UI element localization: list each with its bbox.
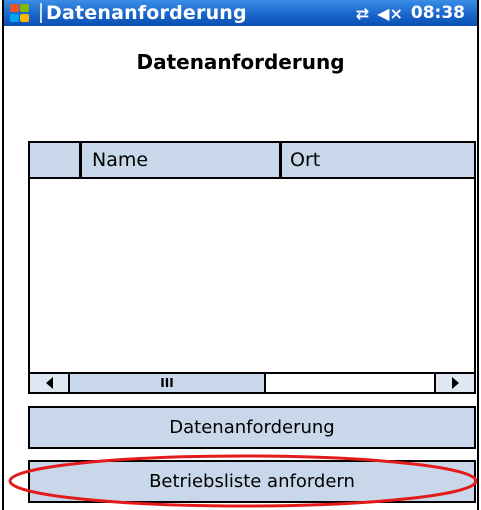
arrow-right-icon [451,377,459,389]
status-icons: ⇄ ◀× 08:38 [356,0,465,26]
thumb-grip: III [160,376,174,390]
scrollbar-track[interactable] [266,374,434,392]
column-header-select[interactable] [30,143,82,177]
arrow-left-icon [45,377,53,389]
scroll-left-button[interactable] [30,374,70,392]
data-list-view[interactable]: Name Ort III [28,141,476,394]
title-bar: Datenanforderung ⇄ ◀× 08:38 [4,0,477,26]
request-list-button[interactable]: Betriebsliste anfordern [28,460,476,503]
scrollbar-thumb[interactable]: III [70,374,266,392]
request-data-button[interactable]: Datenanforderung [28,406,476,449]
windows-start-icon[interactable] [6,0,36,26]
connectivity-icon[interactable]: ⇄ [356,4,369,23]
page-title: Datenanforderung [136,50,345,74]
scroll-right-button[interactable] [434,374,474,392]
column-header-ort[interactable]: Ort [282,143,474,177]
window-title: Datenanforderung [46,2,247,24]
list-body[interactable] [30,179,474,373]
column-header-name[interactable]: Name [82,143,282,177]
clock[interactable]: 08:38 [411,3,465,23]
horizontal-scrollbar[interactable]: III [30,372,474,392]
title-separator [40,3,42,23]
device-screen: Datenanforderung ⇄ ◀× 08:38 Datenanforde… [2,0,479,510]
volume-muted-icon[interactable]: ◀× [377,4,403,23]
list-header: Name Ort [30,143,474,179]
